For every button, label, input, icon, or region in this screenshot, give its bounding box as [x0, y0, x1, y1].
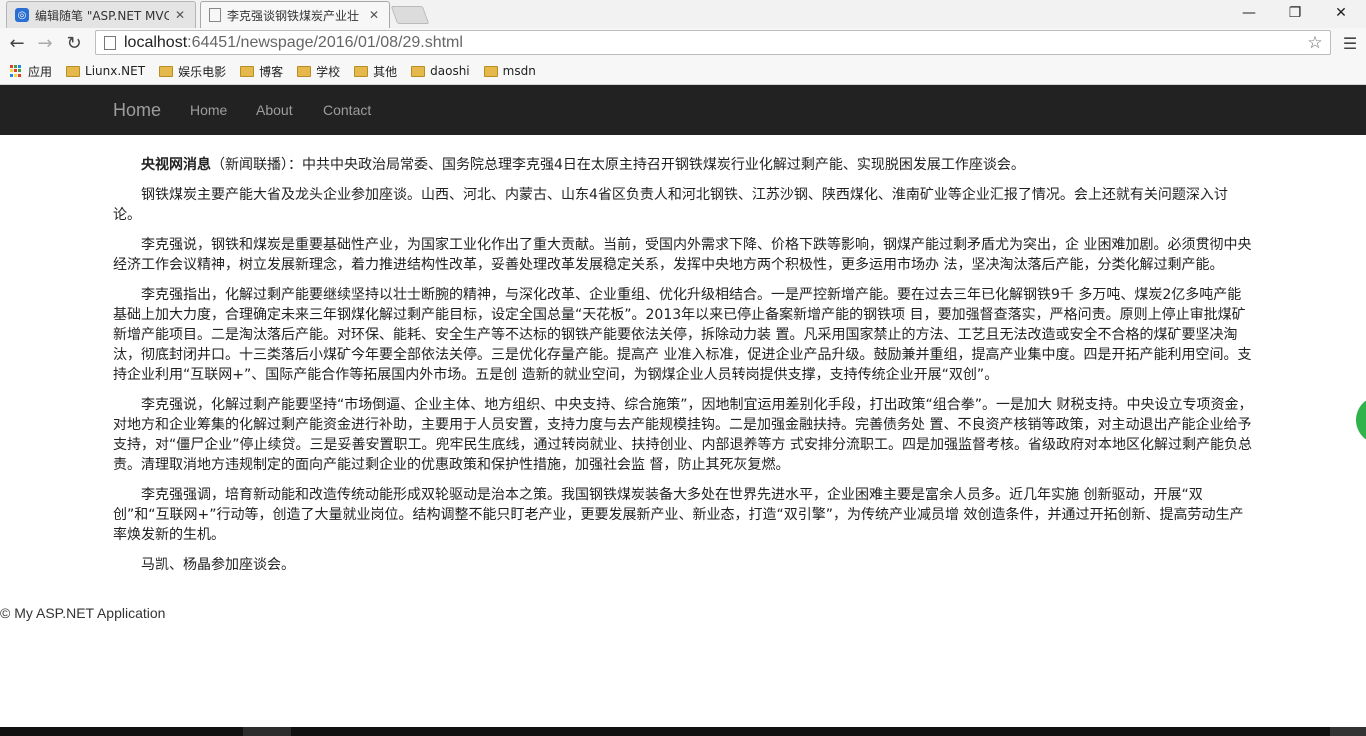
close-window-icon[interactable]: ✕: [1318, 0, 1364, 26]
new-tab-button[interactable]: [390, 6, 430, 24]
bookmark-label: 其他: [373, 64, 398, 79]
tab-article[interactable]: 李克强谈钢铁煤炭产业壮 ✕: [200, 1, 390, 28]
navbar-brand[interactable]: Home: [113, 100, 161, 121]
bookmark-folder[interactable]: 其他: [352, 60, 399, 82]
cnblogs-icon: ◎: [15, 8, 29, 22]
nav-link-about[interactable]: About: [256, 102, 293, 118]
bookmark-folder[interactable]: 娱乐电影: [157, 60, 228, 82]
folder-icon: [159, 65, 174, 77]
nav-link-contact[interactable]: Contact: [323, 102, 371, 118]
bookmark-label: daoshi: [430, 64, 470, 78]
folder-icon: [354, 65, 369, 77]
page-icon: [104, 35, 116, 50]
bookmarks-bar: 应用 Liunx.NET 娱乐电影 博客 学校 其他 daoshi msdn: [0, 58, 1366, 85]
bookmark-apps[interactable]: 应用: [8, 60, 54, 82]
site-navbar: Home Home About Contact: [0, 85, 1366, 135]
forward-icon[interactable]: →: [34, 32, 56, 54]
article-paragraph: 李克强说，钢铁和煤炭是重要基础性产业，为国家工业化作出了重大贡献。当前，受国内外…: [113, 237, 1252, 273]
bookmark-folder[interactable]: daoshi: [409, 60, 472, 82]
floating-widget[interactable]: [1356, 396, 1366, 444]
bookmark-folder[interactable]: msdn: [482, 60, 538, 82]
browser-toolbar: ← → ↻ localhost:64451/newspage/2016/01/0…: [0, 28, 1366, 58]
bookmark-folder[interactable]: Liunx.NET: [64, 60, 147, 82]
taskbar-item[interactable]: [243, 727, 291, 736]
browser-menu-icon[interactable]: ☰: [1340, 32, 1360, 54]
article-body: 央视网消息（新闻联播）：中共中央政治局常委、国务院总理李克强4日在太原主持召开钢…: [113, 155, 1255, 585]
article-paragraph: 李克强强调，培育新动能和改造传统动能形成双轮驱动是治本之策。我国钢铁煤炭装备大多…: [113, 487, 1244, 543]
site-footer: © My ASP.NET Application: [0, 605, 166, 621]
address-bar[interactable]: localhost:64451/newspage/2016/01/08/29.s…: [95, 30, 1331, 55]
folder-icon: [240, 65, 255, 77]
page-icon: [209, 8, 221, 22]
nav-link-home[interactable]: Home: [190, 102, 227, 118]
bookmark-label: 学校: [316, 64, 341, 79]
news-source: 央视网消息: [141, 157, 211, 173]
url-text: localhost:64451/newspage/2016/01/08/29.s…: [124, 33, 463, 51]
article-paragraph: 钢铁煤炭主要产能大省及龙头企业参加座谈。山西、河北、内蒙古、山东4省区负责人和河…: [113, 187, 1228, 223]
bookmark-label: 娱乐电影: [178, 64, 227, 79]
folder-icon: [66, 65, 81, 77]
os-taskbar: [0, 727, 1366, 736]
bookmark-label: msdn: [502, 64, 536, 78]
folder-icon: [297, 65, 312, 77]
folder-icon: [483, 65, 498, 77]
bookmark-label: 应用: [28, 64, 53, 79]
apps-icon: [10, 65, 22, 77]
tab-edit-post[interactable]: ◎ 编辑随笔 "ASP.NET MVC ✕: [6, 1, 196, 28]
tab-title: 编辑随笔 "ASP.NET MVC: [35, 8, 169, 23]
close-icon[interactable]: ✕: [173, 8, 187, 22]
restore-icon[interactable]: ❐: [1272, 0, 1318, 26]
bookmark-label: 博客: [259, 64, 284, 79]
article-lead: 央视网消息（新闻联播）：中共中央政治局常委、国务院总理李克强4日在太原主持召开钢…: [113, 155, 1255, 175]
close-icon[interactable]: ✕: [367, 8, 381, 22]
article-paragraph: 李克强说，化解过剩产能要坚持“市场倒逼、企业主体、地方组织、中央支持、综合施策”…: [113, 397, 1253, 473]
reload-icon[interactable]: ↻: [63, 32, 85, 54]
bookmark-star-icon[interactable]: ☆: [1304, 33, 1326, 53]
minimize-icon[interactable]: —: [1226, 0, 1272, 26]
article-paragraph: 马凯、杨晶参加座谈会。: [141, 557, 295, 573]
bookmark-folder[interactable]: 学校: [295, 60, 342, 82]
bookmark-folder[interactable]: 博客: [238, 60, 285, 82]
folder-icon: [411, 65, 426, 77]
bookmark-label: Liunx.NET: [85, 64, 146, 78]
system-tray[interactable]: [1330, 727, 1366, 736]
back-icon[interactable]: ←: [6, 32, 28, 54]
lead-text: （新闻联播）：中共中央政治局常委、国务院总理李克强4日在太原主持召开钢铁煤炭行业…: [211, 157, 1025, 173]
tab-strip: ◎ 编辑随笔 "ASP.NET MVC ✕ 李克强谈钢铁煤炭产业壮 ✕ — ❐ …: [0, 0, 1366, 28]
article-paragraph: 李克强指出，化解过剩产能要继续坚持以壮士断腕的精神，与深化改革、企业重组、优化升…: [113, 287, 1252, 383]
tab-title: 李克强谈钢铁煤炭产业壮: [227, 8, 360, 23]
